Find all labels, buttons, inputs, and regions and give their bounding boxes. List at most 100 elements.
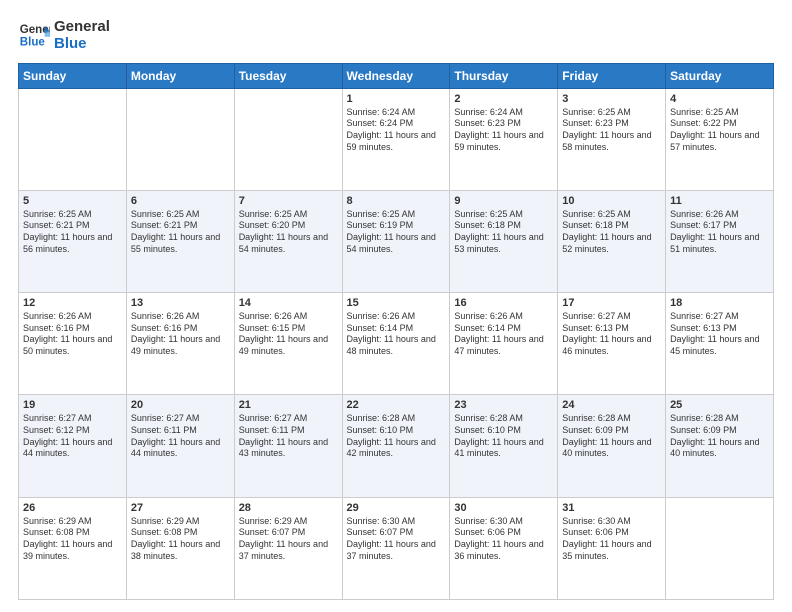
calendar-cell: 1 Sunrise: 6:24 AM Sunset: 6:24 PM Daylig… <box>342 88 450 190</box>
logo-general: General <box>54 18 110 35</box>
day-info: Sunrise: 6:24 AM Sunset: 6:24 PM Dayligh… <box>347 107 446 154</box>
calendar-week-1: 1 Sunrise: 6:24 AM Sunset: 6:24 PM Daylig… <box>19 88 774 190</box>
logo-icon: General Blue <box>18 19 50 51</box>
day-number: 18 <box>670 297 769 309</box>
day-info: Sunrise: 6:27 AM Sunset: 6:13 PM Dayligh… <box>562 311 661 358</box>
weekday-header-thursday: Thursday <box>450 63 558 88</box>
day-info: Sunrise: 6:25 AM Sunset: 6:21 PM Dayligh… <box>23 209 122 256</box>
day-info: Sunrise: 6:27 AM Sunset: 6:13 PM Dayligh… <box>670 311 769 358</box>
calendar-cell: 7 Sunrise: 6:25 AM Sunset: 6:20 PM Daylig… <box>234 190 342 292</box>
svg-text:Blue: Blue <box>20 37 46 49</box>
day-number: 31 <box>562 502 661 514</box>
calendar-cell: 9 Sunrise: 6:25 AM Sunset: 6:18 PM Daylig… <box>450 190 558 292</box>
day-info: Sunrise: 6:26 AM Sunset: 6:14 PM Dayligh… <box>347 311 446 358</box>
calendar-cell: 18 Sunrise: 6:27 AM Sunset: 6:13 PM Dayli… <box>666 293 774 395</box>
calendar-table: SundayMondayTuesdayWednesdayThursdayFrid… <box>18 63 774 601</box>
calendar-cell: 20 Sunrise: 6:27 AM Sunset: 6:11 PM Dayli… <box>126 395 234 497</box>
calendar-cell <box>126 88 234 190</box>
header: General Blue General Blue <box>18 18 774 53</box>
logo: General Blue General Blue <box>18 18 110 53</box>
calendar-cell: 26 Sunrise: 6:29 AM Sunset: 6:08 PM Dayli… <box>19 497 127 599</box>
day-number: 8 <box>347 195 446 207</box>
calendar-week-4: 19 Sunrise: 6:27 AM Sunset: 6:12 PM Dayli… <box>19 395 774 497</box>
calendar-cell <box>234 88 342 190</box>
day-number: 7 <box>239 195 338 207</box>
day-number: 11 <box>670 195 769 207</box>
calendar-cell: 15 Sunrise: 6:26 AM Sunset: 6:14 PM Dayli… <box>342 293 450 395</box>
weekday-header-wednesday: Wednesday <box>342 63 450 88</box>
day-number: 23 <box>454 399 553 411</box>
calendar-cell: 24 Sunrise: 6:28 AM Sunset: 6:09 PM Dayli… <box>558 395 666 497</box>
calendar-cell: 6 Sunrise: 6:25 AM Sunset: 6:21 PM Daylig… <box>126 190 234 292</box>
calendar-cell: 4Sunrise: 6:25 AM Sunset: 6:22 PM Daylig… <box>666 88 774 190</box>
calendar-cell: 3Sunrise: 6:25 AM Sunset: 6:23 PM Daylig… <box>558 88 666 190</box>
day-info: Sunrise: 6:28 AM Sunset: 6:10 PM Dayligh… <box>347 413 446 460</box>
day-info: Sunrise: 6:30 AM Sunset: 6:07 PM Dayligh… <box>347 516 446 563</box>
day-number: 3 <box>562 93 661 105</box>
day-info: Sunrise: 6:26 AM Sunset: 6:14 PM Dayligh… <box>454 311 553 358</box>
day-number: 5 <box>23 195 122 207</box>
day-info: Sunrise: 6:30 AM Sunset: 6:06 PM Dayligh… <box>562 516 661 563</box>
day-info: Sunrise: 6:25 AM Sunset: 6:21 PM Dayligh… <box>131 209 230 256</box>
calendar-cell: 8 Sunrise: 6:25 AM Sunset: 6:19 PM Daylig… <box>342 190 450 292</box>
day-info: Sunrise: 6:25 AM Sunset: 6:19 PM Dayligh… <box>347 209 446 256</box>
calendar-cell: 28 Sunrise: 6:29 AM Sunset: 6:07 PM Dayli… <box>234 497 342 599</box>
weekday-header-tuesday: Tuesday <box>234 63 342 88</box>
day-number: 20 <box>131 399 230 411</box>
weekday-header-friday: Friday <box>558 63 666 88</box>
calendar-cell: 23 Sunrise: 6:28 AM Sunset: 6:10 PM Dayli… <box>450 395 558 497</box>
weekday-header-saturday: Saturday <box>666 63 774 88</box>
day-info: Sunrise: 6:29 AM Sunset: 6:07 PM Dayligh… <box>239 516 338 563</box>
calendar-cell: 16 Sunrise: 6:26 AM Sunset: 6:14 PM Dayli… <box>450 293 558 395</box>
day-number: 22 <box>347 399 446 411</box>
calendar-week-3: 12 Sunrise: 6:26 AM Sunset: 6:16 PM Dayli… <box>19 293 774 395</box>
calendar-cell: 19 Sunrise: 6:27 AM Sunset: 6:12 PM Dayli… <box>19 395 127 497</box>
calendar-cell: 27Sunrise: 6:29 AM Sunset: 6:08 PM Dayli… <box>126 497 234 599</box>
calendar-cell: 13Sunrise: 6:26 AM Sunset: 6:16 PM Dayli… <box>126 293 234 395</box>
page: General Blue General Blue SundayMondayTu… <box>0 0 792 612</box>
day-number: 25 <box>670 399 769 411</box>
day-info: Sunrise: 6:29 AM Sunset: 6:08 PM Dayligh… <box>23 516 122 563</box>
calendar-cell: 14Sunrise: 6:26 AM Sunset: 6:15 PM Dayli… <box>234 293 342 395</box>
calendar-cell: 25 Sunrise: 6:28 AM Sunset: 6:09 PM Dayli… <box>666 395 774 497</box>
calendar-cell: 11Sunrise: 6:26 AM Sunset: 6:17 PM Dayli… <box>666 190 774 292</box>
day-number: 15 <box>347 297 446 309</box>
day-info: Sunrise: 6:28 AM Sunset: 6:10 PM Dayligh… <box>454 413 553 460</box>
day-number: 9 <box>454 195 553 207</box>
day-number: 24 <box>562 399 661 411</box>
calendar-cell: 21 Sunrise: 6:27 AM Sunset: 6:11 PM Dayli… <box>234 395 342 497</box>
day-info: Sunrise: 6:25 AM Sunset: 6:20 PM Dayligh… <box>239 209 338 256</box>
day-number: 19 <box>23 399 122 411</box>
calendar-cell: 30Sunrise: 6:30 AM Sunset: 6:06 PM Dayli… <box>450 497 558 599</box>
day-info: Sunrise: 6:28 AM Sunset: 6:09 PM Dayligh… <box>562 413 661 460</box>
calendar-week-2: 5 Sunrise: 6:25 AM Sunset: 6:21 PM Daylig… <box>19 190 774 292</box>
day-number: 26 <box>23 502 122 514</box>
day-number: 13 <box>131 297 230 309</box>
day-number: 2 <box>454 93 553 105</box>
day-number: 17 <box>562 297 661 309</box>
day-number: 12 <box>23 297 122 309</box>
day-number: 1 <box>347 93 446 105</box>
calendar-cell: 2 Sunrise: 6:24 AM Sunset: 6:23 PM Daylig… <box>450 88 558 190</box>
day-number: 6 <box>131 195 230 207</box>
day-info: Sunrise: 6:27 AM Sunset: 6:11 PM Dayligh… <box>131 413 230 460</box>
calendar-cell: 29Sunrise: 6:30 AM Sunset: 6:07 PM Dayli… <box>342 497 450 599</box>
calendar-cell: 5 Sunrise: 6:25 AM Sunset: 6:21 PM Daylig… <box>19 190 127 292</box>
day-number: 21 <box>239 399 338 411</box>
calendar-cell <box>666 497 774 599</box>
calendar-cell: 22 Sunrise: 6:28 AM Sunset: 6:10 PM Dayli… <box>342 395 450 497</box>
weekday-header-monday: Monday <box>126 63 234 88</box>
day-info: Sunrise: 6:25 AM Sunset: 6:22 PM Dayligh… <box>670 107 769 154</box>
day-info: Sunrise: 6:24 AM Sunset: 6:23 PM Dayligh… <box>454 107 553 154</box>
calendar-cell: 17 Sunrise: 6:27 AM Sunset: 6:13 PM Dayli… <box>558 293 666 395</box>
day-info: Sunrise: 6:26 AM Sunset: 6:16 PM Dayligh… <box>23 311 122 358</box>
day-number: 10 <box>562 195 661 207</box>
day-number: 27 <box>131 502 230 514</box>
day-info: Sunrise: 6:25 AM Sunset: 6:18 PM Dayligh… <box>454 209 553 256</box>
day-number: 28 <box>239 502 338 514</box>
day-info: Sunrise: 6:28 AM Sunset: 6:09 PM Dayligh… <box>670 413 769 460</box>
day-info: Sunrise: 6:27 AM Sunset: 6:12 PM Dayligh… <box>23 413 122 460</box>
day-number: 14 <box>239 297 338 309</box>
day-info: Sunrise: 6:27 AM Sunset: 6:11 PM Dayligh… <box>239 413 338 460</box>
day-number: 16 <box>454 297 553 309</box>
